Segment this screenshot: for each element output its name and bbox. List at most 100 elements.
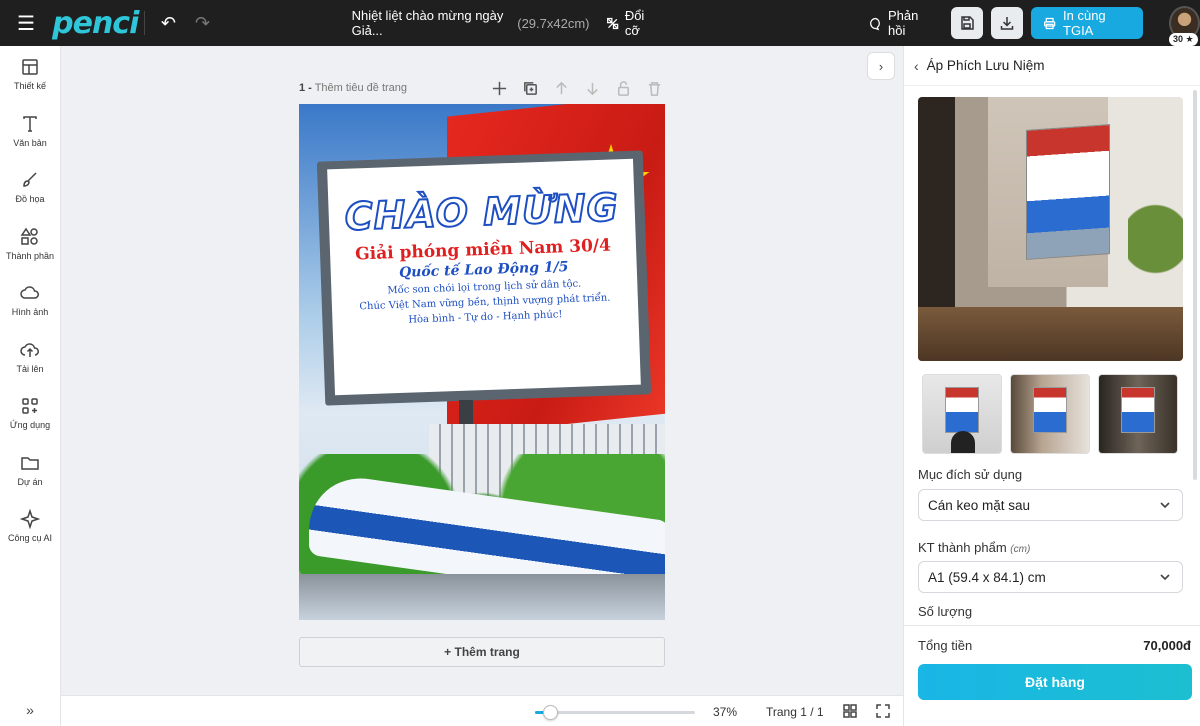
thumbnail[interactable] bbox=[1098, 374, 1178, 454]
image-icon bbox=[20, 286, 39, 299]
chat-icon bbox=[869, 17, 880, 30]
zoom-slider[interactable] bbox=[535, 705, 695, 720]
thumbnail[interactable] bbox=[1010, 374, 1090, 454]
sidebar-item-label: Ứng dụng bbox=[9, 420, 51, 431]
poster-subtitle[interactable]: Giải phóng miền Nam 30/4 bbox=[355, 236, 611, 265]
sidebar-item-apps[interactable]: Ứng dụng bbox=[0, 385, 60, 442]
sidebar-item-elements[interactable]: Thành phần bbox=[0, 216, 60, 273]
divider bbox=[144, 11, 146, 35]
sidebar-item-label: Hình ảnh bbox=[11, 307, 49, 318]
menu-icon[interactable]: ☰ bbox=[0, 11, 52, 36]
sidebar-item-design[interactable]: Thiết kế bbox=[0, 46, 60, 103]
panel-header: ‹ Áp Phích Lưu Niệm bbox=[904, 46, 1200, 86]
document-title-text: Nhiệt liệt chào mừng ngày Giả... bbox=[351, 8, 504, 38]
sidebar-item-ai-tools[interactable]: Công cụ AI bbox=[0, 498, 60, 555]
size-unit: (cm) bbox=[1010, 544, 1031, 555]
grid-view-icon[interactable] bbox=[843, 704, 857, 723]
page-toolbar bbox=[490, 79, 663, 97]
layout-icon bbox=[22, 59, 38, 75]
usage-label: Mục đích sử dụng bbox=[918, 467, 1023, 482]
rails-graphic bbox=[299, 574, 665, 620]
brush-icon bbox=[23, 172, 37, 188]
resize-button[interactable]: Đổi cỡ bbox=[606, 8, 659, 38]
zoom-level: 37% bbox=[713, 705, 738, 719]
trash-icon[interactable] bbox=[645, 79, 663, 97]
total-label: Tổng tiền bbox=[918, 638, 973, 653]
move-up-icon[interactable] bbox=[552, 79, 570, 97]
poster-title[interactable]: CHÀO MỪNG bbox=[343, 184, 621, 240]
feedback-label: Phản hồi bbox=[888, 8, 919, 38]
plant-graphic bbox=[1128, 187, 1183, 317]
chevron-down-icon bbox=[1158, 498, 1172, 515]
sidebar-item-label: Công cụ AI bbox=[7, 533, 53, 544]
sidebar-item-label: Đồ họa bbox=[15, 194, 45, 205]
sidebar-item-images[interactable]: Hình ảnh bbox=[0, 272, 60, 329]
folder-icon bbox=[21, 457, 39, 470]
page-indicator: Trang 1 / 1 bbox=[766, 705, 824, 719]
panel-title: Áp Phích Lưu Niệm bbox=[926, 58, 1045, 73]
add-page-button[interactable]: + Thêm trang bbox=[299, 637, 665, 667]
download-button[interactable] bbox=[990, 7, 1023, 39]
page-title-placeholder: Thêm tiêu đề trang bbox=[314, 82, 408, 94]
app-logo[interactable]: penci bbox=[52, 6, 139, 41]
poster-mockup bbox=[1033, 387, 1067, 433]
product-panel: ‹ Áp Phích Lưu Niệm Mục đích sử dụng Cán… bbox=[903, 46, 1200, 726]
poster-line[interactable]: Hòa bình - Tự do - Hạnh phúc! bbox=[408, 309, 562, 325]
document-title[interactable]: Nhiệt liệt chào mừng ngày Giả... (29.7x4… bbox=[352, 8, 590, 38]
quantity-label: Số lượng bbox=[918, 604, 973, 619]
usage-select[interactable]: Cán keo mặt sau bbox=[918, 489, 1183, 521]
add-page-icon[interactable] bbox=[490, 79, 508, 97]
sidebar-item-label: Tải lên bbox=[16, 363, 44, 374]
total-value: 70,000đ bbox=[1143, 638, 1191, 653]
poster-mockup bbox=[1121, 387, 1155, 433]
top-bar: ☰ penci ↶ ↷ Nhiệt liệt chào mừng ngày Gi… bbox=[0, 0, 1200, 46]
chevron-right-icon[interactable]: › bbox=[867, 52, 895, 80]
save-button[interactable] bbox=[950, 7, 983, 39]
move-down-icon[interactable] bbox=[583, 79, 601, 97]
sidebar-item-projects[interactable]: Dự án bbox=[0, 442, 60, 499]
resize-icon bbox=[606, 17, 618, 29]
billboard: CHÀO MỪNG Giải phóng miền Nam 30/4 Quốc … bbox=[327, 158, 641, 396]
size-label: KT thành phẩm (cm) bbox=[918, 540, 1030, 555]
order-button[interactable]: Đặt hàng bbox=[918, 664, 1192, 700]
total-row: Tổng tiền 70,000đ bbox=[904, 625, 1200, 659]
chevron-down-icon bbox=[1158, 570, 1172, 587]
size-value: A1 (59.4 x 84.1) cm bbox=[928, 569, 1046, 585]
sidebar-item-label: Thiết kế bbox=[13, 81, 46, 92]
sidebar-item-label: Văn bản bbox=[13, 137, 47, 148]
size-select[interactable]: A1 (59.4 x 84.1) cm bbox=[918, 561, 1183, 593]
design-page[interactable]: CHÀO MỪNG Giải phóng miền Nam 30/4 Quốc … bbox=[299, 104, 665, 620]
feedback-button[interactable]: Phản hồi bbox=[869, 8, 934, 38]
thumbnail[interactable] bbox=[922, 374, 1002, 454]
print-button[interactable]: In cùng TGIA bbox=[1030, 7, 1144, 39]
redo-icon[interactable]: ↷ bbox=[185, 13, 219, 34]
avatar[interactable]: 30 ★ bbox=[1169, 6, 1200, 46]
sidebar-item-graphics[interactable]: Đồ họa bbox=[0, 159, 60, 216]
duplicate-page-icon[interactable] bbox=[521, 79, 539, 97]
poster-subtitle-2[interactable]: Quốc tế Lao Động 1/5 bbox=[399, 259, 569, 281]
scrollbar[interactable] bbox=[1193, 90, 1197, 480]
expand-sidebar-icon[interactable]: » bbox=[0, 702, 60, 718]
print-label: In cùng TGIA bbox=[1063, 8, 1106, 38]
back-icon[interactable]: ‹ bbox=[914, 58, 919, 74]
sidebar-item-label: Dự án bbox=[17, 476, 43, 487]
page-title[interactable]: 1 - Thêm tiêu đề trang bbox=[299, 82, 407, 94]
save-icon bbox=[960, 16, 974, 30]
sidebar-item-text[interactable]: Văn bản bbox=[0, 103, 60, 160]
sidebar-item-upload[interactable]: Tải lên bbox=[0, 329, 60, 386]
preview-thumbnails bbox=[922, 374, 1178, 454]
bottom-bar: 37% Trang 1 / 1 bbox=[61, 695, 903, 726]
lock-icon[interactable] bbox=[614, 79, 632, 97]
upload-icon bbox=[20, 342, 39, 357]
fullscreen-icon[interactable] bbox=[876, 704, 890, 723]
apps-icon bbox=[22, 398, 38, 414]
resize-label: Đổi cỡ bbox=[624, 8, 645, 38]
table-graphic bbox=[918, 307, 1183, 361]
zoom-handle[interactable] bbox=[543, 705, 558, 720]
left-sidebar: Thiết kế Văn bản Đồ họa Thành phần Hình … bbox=[0, 46, 61, 726]
points-badge: 30 ★ bbox=[1169, 33, 1198, 46]
size-label-text: KT thành phẩm bbox=[918, 540, 1007, 555]
printer-icon bbox=[1043, 17, 1055, 29]
undo-icon[interactable]: ↶ bbox=[151, 13, 185, 34]
text-icon bbox=[23, 116, 37, 132]
